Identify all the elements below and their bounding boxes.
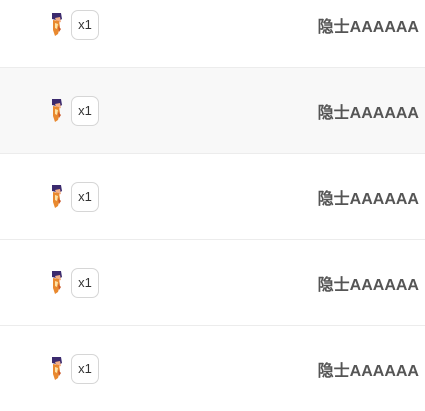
list-item[interactable]: x1 隐士AAAAAA (0, 240, 425, 326)
quantity-badge: x1 (71, 354, 99, 384)
sender-username[interactable]: 隐士AAAAAA (318, 185, 419, 209)
quantity-badge: x1 (71, 9, 99, 40)
sender-username[interactable]: 隐士AAAAAA (318, 99, 419, 123)
sender-username[interactable]: 隐士AAAAAA (318, 271, 419, 295)
list-item[interactable]: x1 隐士AAAAAA (0, 154, 425, 240)
gift-figure-icon (52, 357, 62, 380)
list-item[interactable]: x1 隐士AAAAAA (0, 68, 425, 154)
gift-figure-icon (52, 270, 62, 294)
quantity-badge: x1 (71, 181, 99, 212)
list-item[interactable]: x1 隐士AAAAAA (0, 0, 425, 68)
gift-figure-icon (52, 98, 62, 122)
sender-username[interactable]: 隐士AAAAAA (318, 13, 419, 37)
gift-record-list: x1 隐士AAAAAA x1 隐士AAAAAA x1 隐士AAAAAA x1 隐… (0, 0, 425, 411)
list-item[interactable]: x1 隐士AAAAAA (0, 326, 425, 411)
gift-figure-icon (52, 184, 62, 208)
quantity-badge: x1 (71, 95, 99, 126)
gift-figure-icon (52, 12, 62, 36)
sender-username[interactable]: 隐士AAAAAA (318, 357, 419, 381)
quantity-badge: x1 (71, 267, 99, 298)
